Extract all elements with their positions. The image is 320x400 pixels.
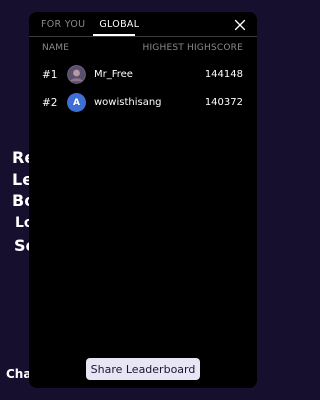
tab-for-you[interactable]: FOR YOU xyxy=(41,18,85,42)
close-button[interactable] xyxy=(233,18,247,32)
share-leaderboard-button[interactable]: Share Leaderboard xyxy=(86,358,200,380)
tab-divider xyxy=(29,36,257,37)
column-header-score: HIGHEST HIGHSCORE xyxy=(142,43,243,53)
tab-bar: FOR YOU GLOBAL xyxy=(41,18,139,42)
player-name: Mr_Free xyxy=(94,69,133,80)
tab-global[interactable]: GLOBAL xyxy=(99,18,139,42)
rank-label: #2 xyxy=(42,97,58,109)
avatar-letter: A xyxy=(67,93,86,112)
player-name: wowisthisang xyxy=(94,97,162,108)
avatar: A xyxy=(67,93,86,112)
table-row[interactable]: #2 A wowisthisang 140372 xyxy=(29,92,257,116)
player-score: 140372 xyxy=(204,97,243,108)
player-score: 144148 xyxy=(204,69,243,80)
close-icon xyxy=(234,19,246,31)
avatar xyxy=(67,65,86,84)
user-photo-icon xyxy=(67,65,86,84)
rank-label: #1 xyxy=(42,69,58,81)
table-row[interactable]: #1 Mr_Free 144148 xyxy=(29,64,257,88)
column-header-name: NAME xyxy=(42,43,70,53)
leaderboard-modal: FOR YOU GLOBAL NAME HIGHEST HIGHSCORE #1… xyxy=(29,12,257,388)
